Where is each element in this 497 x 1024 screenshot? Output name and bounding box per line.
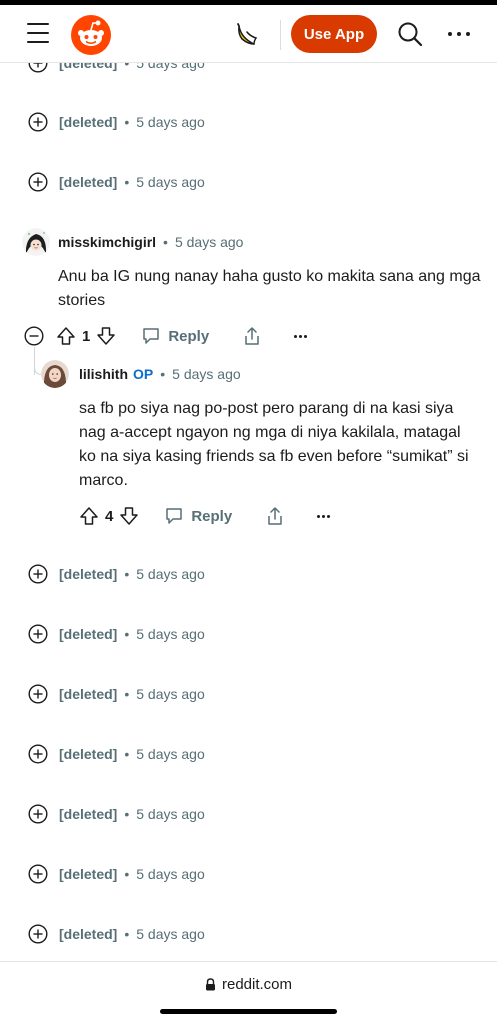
comment-time: 5 days ago: [136, 686, 205, 702]
deleted-author: [deleted]: [59, 174, 118, 190]
deleted-author: [deleted]: [59, 686, 118, 702]
expand-plus-icon[interactable]: [28, 684, 48, 704]
upvote-icon[interactable]: [56, 326, 76, 346]
meta-separator: •: [124, 806, 130, 822]
comment-time: 5 days ago: [136, 114, 205, 130]
expand-plus-icon[interactable]: [28, 172, 48, 192]
deleted-author: [deleted]: [59, 626, 118, 642]
deleted-author: [deleted]: [59, 114, 118, 130]
reply-icon: [166, 508, 183, 524]
comment-time: 5 days ago: [136, 626, 205, 642]
reply-icon: [143, 328, 160, 344]
deleted-comment-row[interactable]: [deleted] • 5 days ago: [28, 63, 205, 74]
comment-time: 5 days ago: [136, 566, 205, 582]
banana-icon[interactable]: [234, 22, 260, 48]
expand-plus-icon[interactable]: [28, 744, 48, 764]
comments-feed: [deleted] • 5 days ago [deleted] • 5 days ag…: [0, 63, 497, 960]
comment-time: 5 days ago: [174, 234, 244, 250]
meta-separator: •: [124, 566, 130, 582]
meta-separator: •: [124, 63, 130, 71]
avatar[interactable]: [41, 360, 69, 388]
comment-body: Anu ba IG nung nanay haha gusto ko makit…: [58, 268, 481, 309]
expand-plus-icon[interactable]: [28, 804, 48, 824]
url-text: reddit.com: [221, 976, 293, 993]
vote-count: 1: [82, 327, 91, 345]
comment-time: 5 days ago: [136, 806, 205, 822]
comment-header: misskimchigirl • 5 days ago: [22, 228, 243, 256]
comment-time: 5 days ago: [136, 866, 205, 882]
avatar[interactable]: [22, 228, 50, 256]
meta-separator: •: [124, 626, 130, 642]
reply-button[interactable]: Reply: [164, 506, 232, 526]
comment-author[interactable]: misskimchigirl: [58, 234, 156, 250]
deleted-comment-row[interactable]: [deleted] • 5 days ago: [28, 863, 205, 885]
deleted-comment-row[interactable]: [deleted] • 5 days ago: [28, 623, 205, 645]
deleted-author: [deleted]: [59, 866, 118, 882]
deleted-comment-row[interactable]: [deleted] • 5 days ago: [28, 803, 205, 825]
deleted-comment-row[interactable]: [deleted] • 5 days ago: [28, 171, 205, 193]
reply-actions: 4 Reply: [79, 505, 331, 527]
comment-time: 5 days ago: [136, 746, 205, 762]
reply-body: sa fb po siya nag po-post pero parang di…: [79, 400, 469, 489]
deleted-author: [deleted]: [59, 806, 118, 822]
reply-button[interactable]: Reply: [141, 326, 209, 346]
comment-time: 5 days ago: [136, 174, 205, 190]
deleted-comment-row[interactable]: [deleted] • 5 days ago: [28, 563, 205, 585]
expand-plus-icon[interactable]: [28, 624, 48, 644]
comment-time: 5 days ago: [136, 63, 205, 71]
deleted-author: [deleted]: [59, 63, 118, 71]
more-options-icon[interactable]: [317, 514, 331, 518]
downvote-icon[interactable]: [119, 506, 139, 526]
meta-separator: •: [124, 746, 130, 762]
more-icon[interactable]: [448, 23, 470, 45]
meta-separator: •: [124, 686, 130, 702]
vote-count: 4: [105, 507, 114, 525]
menu-icon[interactable]: [27, 23, 49, 43]
share-icon[interactable]: [242, 326, 262, 346]
top-app-bar: Use App: [0, 5, 497, 63]
comment-time: 5 days ago: [172, 366, 241, 382]
deleted-author: [deleted]: [59, 566, 118, 582]
use-app-button[interactable]: Use App: [291, 15, 377, 53]
lock-icon: [205, 978, 215, 991]
upvote-icon[interactable]: [79, 506, 99, 526]
expand-plus-icon[interactable]: [28, 864, 48, 884]
meta-separator: •: [124, 926, 130, 942]
search-icon[interactable]: [397, 21, 423, 47]
downvote-icon[interactable]: [96, 326, 116, 346]
deleted-author: [deleted]: [59, 926, 118, 942]
browser-bottom-bar: reddit.com: [0, 961, 497, 1024]
more-options-icon[interactable]: [294, 334, 308, 338]
deleted-comment-row[interactable]: [deleted] • 5 days ago: [28, 923, 205, 945]
comment-actions: 1 Reply: [24, 325, 308, 347]
home-indicator[interactable]: [160, 1009, 337, 1014]
op-badge: OP: [133, 366, 154, 382]
expand-plus-icon[interactable]: [28, 924, 48, 944]
deleted-author: [deleted]: [59, 746, 118, 762]
deleted-comment-row[interactable]: [deleted] • 5 days ago: [28, 683, 205, 705]
expand-plus-icon[interactable]: [28, 112, 48, 132]
header-divider: [280, 20, 281, 50]
meta-separator: •: [160, 366, 166, 382]
deleted-comment-row[interactable]: [deleted] • 5 days ago: [28, 743, 205, 765]
deleted-comment-row[interactable]: [deleted] • 5 days ago: [28, 111, 205, 133]
collapse-minus-icon[interactable]: [24, 326, 44, 346]
expand-plus-icon[interactable]: [28, 564, 48, 584]
comment-author[interactable]: lilishith: [79, 366, 128, 382]
reply-header: lilishith OP • 5 days ago: [41, 360, 241, 388]
expand-plus-icon[interactable]: [28, 63, 48, 73]
comment-time: 5 days ago: [136, 926, 205, 942]
reply-label: Reply: [191, 507, 233, 525]
share-icon[interactable]: [265, 506, 285, 526]
meta-separator: •: [124, 174, 130, 190]
meta-separator: •: [163, 234, 168, 250]
url-display[interactable]: reddit.com: [0, 976, 497, 993]
meta-separator: •: [124, 114, 130, 130]
meta-separator: •: [124, 866, 130, 882]
reply-label: Reply: [168, 327, 210, 345]
reddit-logo[interactable]: [71, 15, 111, 55]
